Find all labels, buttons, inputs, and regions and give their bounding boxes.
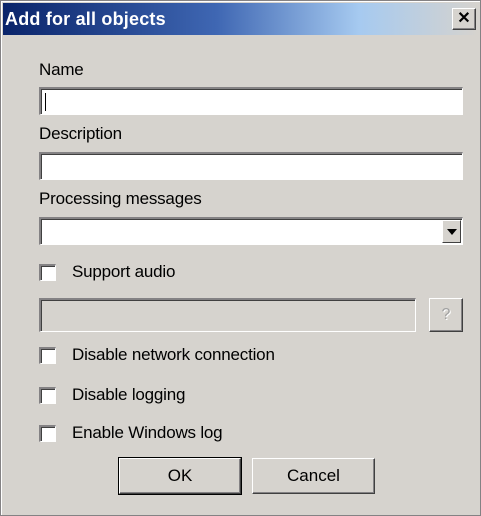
disable-logging-checkbox[interactable] <box>39 387 56 404</box>
ok-button[interactable]: OK <box>118 457 242 495</box>
processing-messages-dropdown[interactable] <box>39 217 463 245</box>
add-for-all-objects-dialog: Add for all objects ✕ Name Description P… <box>0 0 481 516</box>
description-label: Description <box>39 124 122 143</box>
description-input[interactable] <box>41 154 462 179</box>
enable-windows-log-checkbox[interactable] <box>39 425 56 442</box>
disable-network-checkbox[interactable] <box>39 347 56 364</box>
processing-messages-label: Processing messages <box>39 189 202 208</box>
name-label: Name <box>39 60 84 79</box>
title-bar[interactable]: Add for all objects ✕ <box>3 3 478 35</box>
support-audio-checkbox[interactable] <box>39 264 56 281</box>
help-button[interactable]: ? <box>429 298 463 332</box>
name-field[interactable] <box>39 87 463 115</box>
close-icon: ✕ <box>457 10 471 27</box>
text-caret <box>45 93 46 111</box>
enable-windows-log-label: Enable Windows log <box>72 423 223 442</box>
dialog-title: Add for all objects <box>5 9 166 29</box>
cancel-button[interactable]: Cancel <box>252 458 375 494</box>
disable-network-label: Disable network connection <box>72 345 275 364</box>
name-input[interactable] <box>41 89 462 114</box>
description-field[interactable] <box>39 152 463 180</box>
disable-logging-label: Disable logging <box>72 385 186 404</box>
audio-path-field <box>39 298 416 332</box>
close-button[interactable]: ✕ <box>452 8 476 30</box>
support-audio-label: Support audio <box>72 262 176 281</box>
chevron-down-icon[interactable] <box>442 220 461 243</box>
